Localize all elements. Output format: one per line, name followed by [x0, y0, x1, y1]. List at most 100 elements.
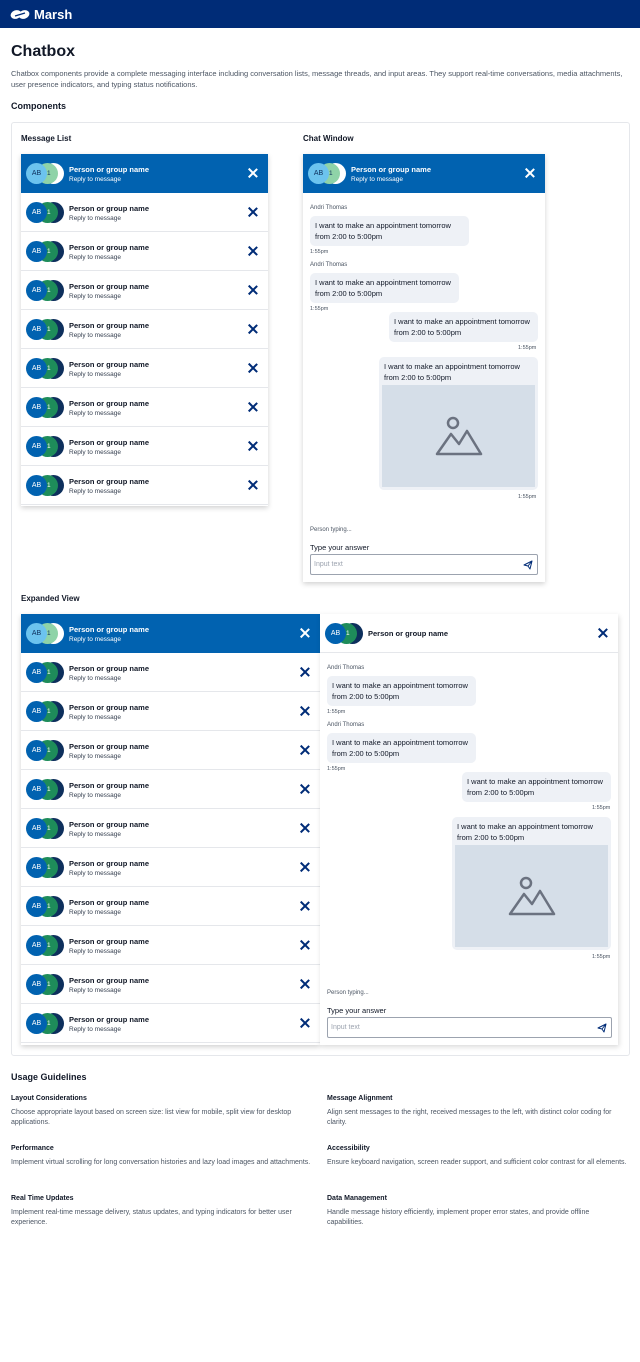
close-icon[interactable]: [248, 207, 258, 217]
guideline-title: Real Time Updates: [11, 1195, 74, 1202]
page-description: Chatbox components provide a complete me…: [11, 69, 623, 89]
conversation-item[interactable]: AB 1 Person or group name Reply to message: [21, 154, 268, 193]
conversation-item[interactable]: AB 1 Person or group name Reply to message: [21, 731, 320, 770]
close-icon[interactable]: [300, 940, 310, 950]
close-icon[interactable]: [300, 667, 310, 677]
close-icon[interactable]: [300, 823, 310, 833]
close-icon[interactable]: [300, 862, 310, 872]
send-icon[interactable]: [523, 560, 533, 570]
typing-indicator: Person typing...: [310, 527, 352, 533]
avatar-initials: AB: [26, 779, 47, 800]
image-attachment[interactable]: [455, 845, 608, 947]
avatar: AB 1: [26, 397, 64, 418]
received-message: I want to make an appointment tomorrow f…: [327, 733, 476, 763]
conversation-item[interactable]: AB 1 Person or group name Reply to message: [21, 848, 320, 887]
close-icon[interactable]: [300, 901, 310, 911]
chat-header-sub: Reply to message: [351, 176, 404, 183]
avatar: AB 1: [26, 623, 64, 644]
close-icon[interactable]: [248, 480, 258, 490]
conversation-name: Person or group name: [69, 1015, 150, 1024]
close-icon[interactable]: [525, 168, 535, 178]
message-input-field[interactable]: [327, 1017, 612, 1038]
close-icon[interactable]: [248, 441, 258, 451]
avatar: AB 1: [26, 701, 64, 722]
guideline-text: Implement virtual scrolling for long con…: [11, 1159, 311, 1166]
guideline-text: Implement real-time message delivery, st…: [11, 1209, 292, 1226]
message-time: 1:55pm: [310, 249, 329, 255]
top-bar: Marsh: [0, 0, 640, 28]
conversation-name: Person or group name: [69, 477, 150, 486]
close-icon[interactable]: [300, 1018, 310, 1028]
close-icon[interactable]: [248, 246, 258, 256]
close-icon[interactable]: [248, 402, 258, 412]
message-list: AB 1 Person or group name Reply to message A…: [21, 154, 268, 506]
conversation-preview: Reply to message: [69, 792, 122, 799]
close-icon[interactable]: [248, 324, 258, 334]
components-heading: Components: [11, 101, 66, 111]
avatar: AB 1: [26, 662, 64, 683]
conversation-item[interactable]: AB 1 Person or group name Reply to message: [21, 349, 268, 388]
close-icon[interactable]: [300, 784, 310, 794]
message-sender: Andri Thomas: [327, 722, 365, 728]
avatar-initials: AB: [26, 163, 47, 184]
conversation-preview: Reply to message: [69, 987, 122, 994]
conversation-name: Person or group name: [69, 282, 150, 291]
conversation-item[interactable]: AB 1 Person or group name Reply to message: [21, 926, 320, 965]
avatar-initials: AB: [26, 280, 47, 301]
avatar: AB 1: [26, 280, 64, 301]
guideline-text: Align sent messages to the right, receiv…: [327, 1109, 612, 1126]
close-icon[interactable]: [300, 628, 310, 638]
brand[interactable]: Marsh: [10, 7, 72, 22]
guideline-title: Message Alignment: [327, 1095, 393, 1102]
conversation-name: Person or group name: [69, 703, 150, 712]
guideline-text: Ensure keyboard navigation, screen reade…: [327, 1159, 627, 1166]
chat-window-header: AB 1 Person or group name Reply to messa…: [303, 154, 545, 193]
avatar-initials: AB: [325, 623, 346, 644]
conversation-name: Person or group name: [69, 742, 150, 751]
guideline-text: Handle message history efficiently, impl…: [327, 1209, 590, 1226]
conversation-item[interactable]: AB 1 Person or group name Reply to message: [21, 310, 268, 349]
close-icon[interactable]: [248, 285, 258, 295]
message-sender: Andri Thomas: [310, 205, 348, 211]
close-icon[interactable]: [300, 745, 310, 755]
send-icon[interactable]: [597, 1023, 607, 1033]
close-icon[interactable]: [598, 628, 608, 638]
conversation-item[interactable]: AB 1 Person or group name Reply to message: [21, 466, 268, 505]
conversation-item[interactable]: AB 1 Person or group name Reply to message: [21, 809, 320, 848]
message-time: 1:55pm: [327, 766, 346, 772]
sent-image-message-text: I want to make an appointment tomorrow f…: [457, 822, 593, 842]
message-input[interactable]: [331, 1021, 586, 1034]
conversation-item[interactable]: AB 1 Person or group name Reply to message: [21, 653, 320, 692]
conversation-item[interactable]: AB 1 Person or group name Reply to message: [21, 427, 268, 466]
conversation-item[interactable]: AB 1 Person or group name Reply to message: [21, 692, 320, 731]
close-icon[interactable]: [300, 706, 310, 716]
conversation-item[interactable]: AB 1 Person or group name Reply to message: [21, 232, 268, 271]
sent-image-message: I want to make an appointment tomorrow f…: [452, 817, 611, 950]
conversation-item[interactable]: AB 1 Person or group name Reply to message: [21, 271, 268, 310]
close-icon[interactable]: [248, 168, 258, 178]
conversation-item[interactable]: AB 1 Person or group name Reply to message: [21, 1004, 320, 1043]
conversation-preview: Reply to message: [69, 675, 122, 682]
message-time: 1:55pm: [310, 306, 329, 312]
avatar: AB 1: [26, 163, 64, 184]
message-input[interactable]: [314, 558, 514, 571]
message-input-field[interactable]: [310, 554, 538, 575]
conversation-item[interactable]: AB 1 Person or group name Reply to message: [21, 614, 320, 653]
guideline-title: Accessibility: [327, 1145, 370, 1152]
conversation-preview: Reply to message: [69, 948, 122, 955]
close-icon[interactable]: [300, 979, 310, 989]
conversation-item[interactable]: AB 1 Person or group name Reply to message: [21, 193, 268, 232]
conversation-item[interactable]: AB 1 Person or group name Reply to message: [21, 770, 320, 809]
image-attachment[interactable]: [382, 385, 535, 487]
conversation-preview: Reply to message: [69, 371, 122, 378]
conversation-preview: Reply to message: [69, 831, 122, 838]
conversation-item[interactable]: AB 1 Person or group name Reply to message: [21, 388, 268, 427]
conversation-item[interactable]: AB 1 Person or group name Reply to message: [21, 965, 320, 1004]
close-icon[interactable]: [248, 363, 258, 373]
conversation-item[interactable]: AB 1 Person or group name Reply to message: [21, 887, 320, 926]
marsh-logo-icon: [10, 9, 30, 19]
expanded-view-label: Expanded View: [21, 594, 80, 603]
answer-label: Type your answer: [310, 543, 370, 552]
avatar-initials: AB: [26, 896, 47, 917]
guideline-title: Performance: [11, 1145, 54, 1152]
